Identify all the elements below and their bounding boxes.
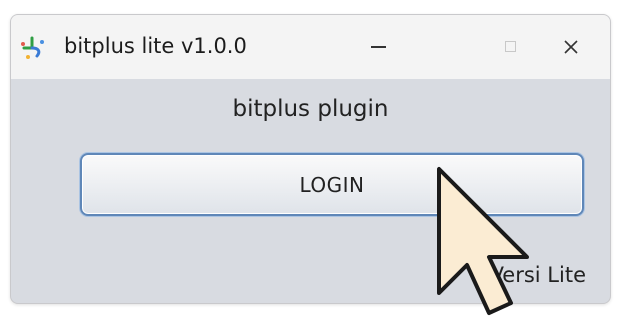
login-button[interactable]: LOGIN xyxy=(80,153,584,216)
window-title: bitplus lite v1.0.0 xyxy=(64,34,247,58)
app-logo-icon xyxy=(20,34,46,60)
app-window: bitplus lite v1.0.0 bitplus plugin LOGIN… xyxy=(10,14,611,304)
title-bar[interactable]: bitplus lite v1.0.0 xyxy=(11,15,610,79)
close-icon xyxy=(564,40,578,54)
login-button-label: LOGIN xyxy=(299,172,365,197)
close-button[interactable] xyxy=(531,15,610,79)
minimize-icon xyxy=(371,45,387,49)
plugin-label: bitplus plugin xyxy=(232,96,389,122)
minimize-button[interactable] xyxy=(331,15,427,79)
version-label: Versi Lite xyxy=(489,263,586,287)
maximize-icon xyxy=(505,41,517,53)
